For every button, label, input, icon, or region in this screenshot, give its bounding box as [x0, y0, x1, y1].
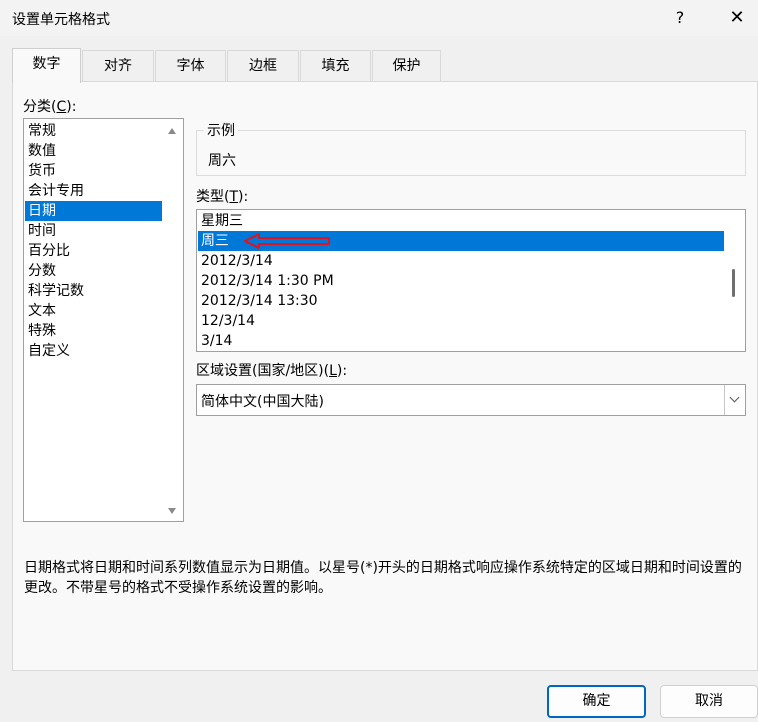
category-item-special[interactable]: 特殊	[25, 321, 162, 341]
help-icon[interactable]: ?	[666, 6, 694, 30]
red-arrow-icon	[244, 233, 330, 249]
tab-font[interactable]: 字体	[155, 50, 226, 82]
category-item-text[interactable]: 文本	[25, 301, 162, 321]
tab-fill[interactable]: 填充	[300, 50, 371, 82]
type-item[interactable]: 3/14	[198, 331, 724, 351]
type-item[interactable]: 星期三	[198, 211, 724, 231]
dialog-title: 设置单元格格式	[12, 12, 110, 28]
scroll-thumb[interactable]	[732, 269, 735, 297]
sample-legend: 示例	[204, 120, 238, 140]
category-item-accounting[interactable]: 会计专用	[25, 181, 162, 201]
category-item-time[interactable]: 时间	[25, 221, 162, 241]
tab-number[interactable]: 数字	[12, 48, 81, 83]
type-scrollbar[interactable]	[724, 211, 744, 350]
category-item-number[interactable]: 数值	[25, 141, 162, 161]
type-list[interactable]: 星期三 周三 2012/3/14 2012/3/14 1:30 PM 2012/…	[196, 209, 746, 352]
category-label: 分类(C):	[23, 99, 77, 115]
scroll-down-arrow-icon[interactable]	[168, 508, 176, 514]
tab-border[interactable]: 边框	[227, 50, 299, 82]
type-item[interactable]: 2012/3/14	[198, 251, 724, 271]
locale-dropdown[interactable]: 简体中文(中国大陆)	[196, 384, 746, 416]
category-item-scientific[interactable]: 科学记数	[25, 281, 162, 301]
type-item[interactable]: 2012/3/14 1:30 PM	[198, 271, 724, 291]
category-list[interactable]: 常规 数值 货币 会计专用 日期 时间 百分比 分数 科学记数 文本 特殊 自定…	[23, 118, 184, 522]
category-item-fraction[interactable]: 分数	[25, 261, 162, 281]
ok-button[interactable]: 确定	[547, 685, 646, 718]
category-item-currency[interactable]: 货币	[25, 161, 162, 181]
locale-label: 区域设置(国家/地区)(L):	[196, 363, 348, 379]
category-item-date[interactable]: 日期	[25, 201, 162, 221]
tab-protection[interactable]: 保护	[372, 50, 441, 82]
type-item[interactable]: 12/3/14	[198, 311, 724, 331]
scroll-up-arrow-icon[interactable]	[168, 128, 176, 134]
category-item-percentage[interactable]: 百分比	[25, 241, 162, 261]
format-description: 日期格式将日期和时间系列数值显示为日期值。以星号(*)开头的日期格式响应操作系统…	[24, 560, 742, 596]
category-item-general[interactable]: 常规	[25, 121, 162, 141]
sample-group	[196, 130, 746, 176]
sample-value: 周六	[208, 153, 236, 169]
close-icon[interactable]: ✕	[722, 6, 752, 30]
locale-value: 简体中文(中国大陆)	[201, 394, 324, 410]
type-item[interactable]: 2012/3/14 13:30	[198, 291, 724, 311]
type-label: 类型(T):	[196, 189, 249, 205]
tab-alignment[interactable]: 对齐	[82, 50, 154, 82]
category-item-custom[interactable]: 自定义	[25, 341, 162, 361]
chevron-down-icon	[729, 392, 740, 403]
cancel-button[interactable]: 取消	[660, 685, 758, 718]
dropdown-button[interactable]	[724, 385, 745, 415]
title-bar: 设置单元格格式 ? ✕	[0, 0, 758, 36]
category-scrollbar[interactable]	[162, 120, 182, 520]
